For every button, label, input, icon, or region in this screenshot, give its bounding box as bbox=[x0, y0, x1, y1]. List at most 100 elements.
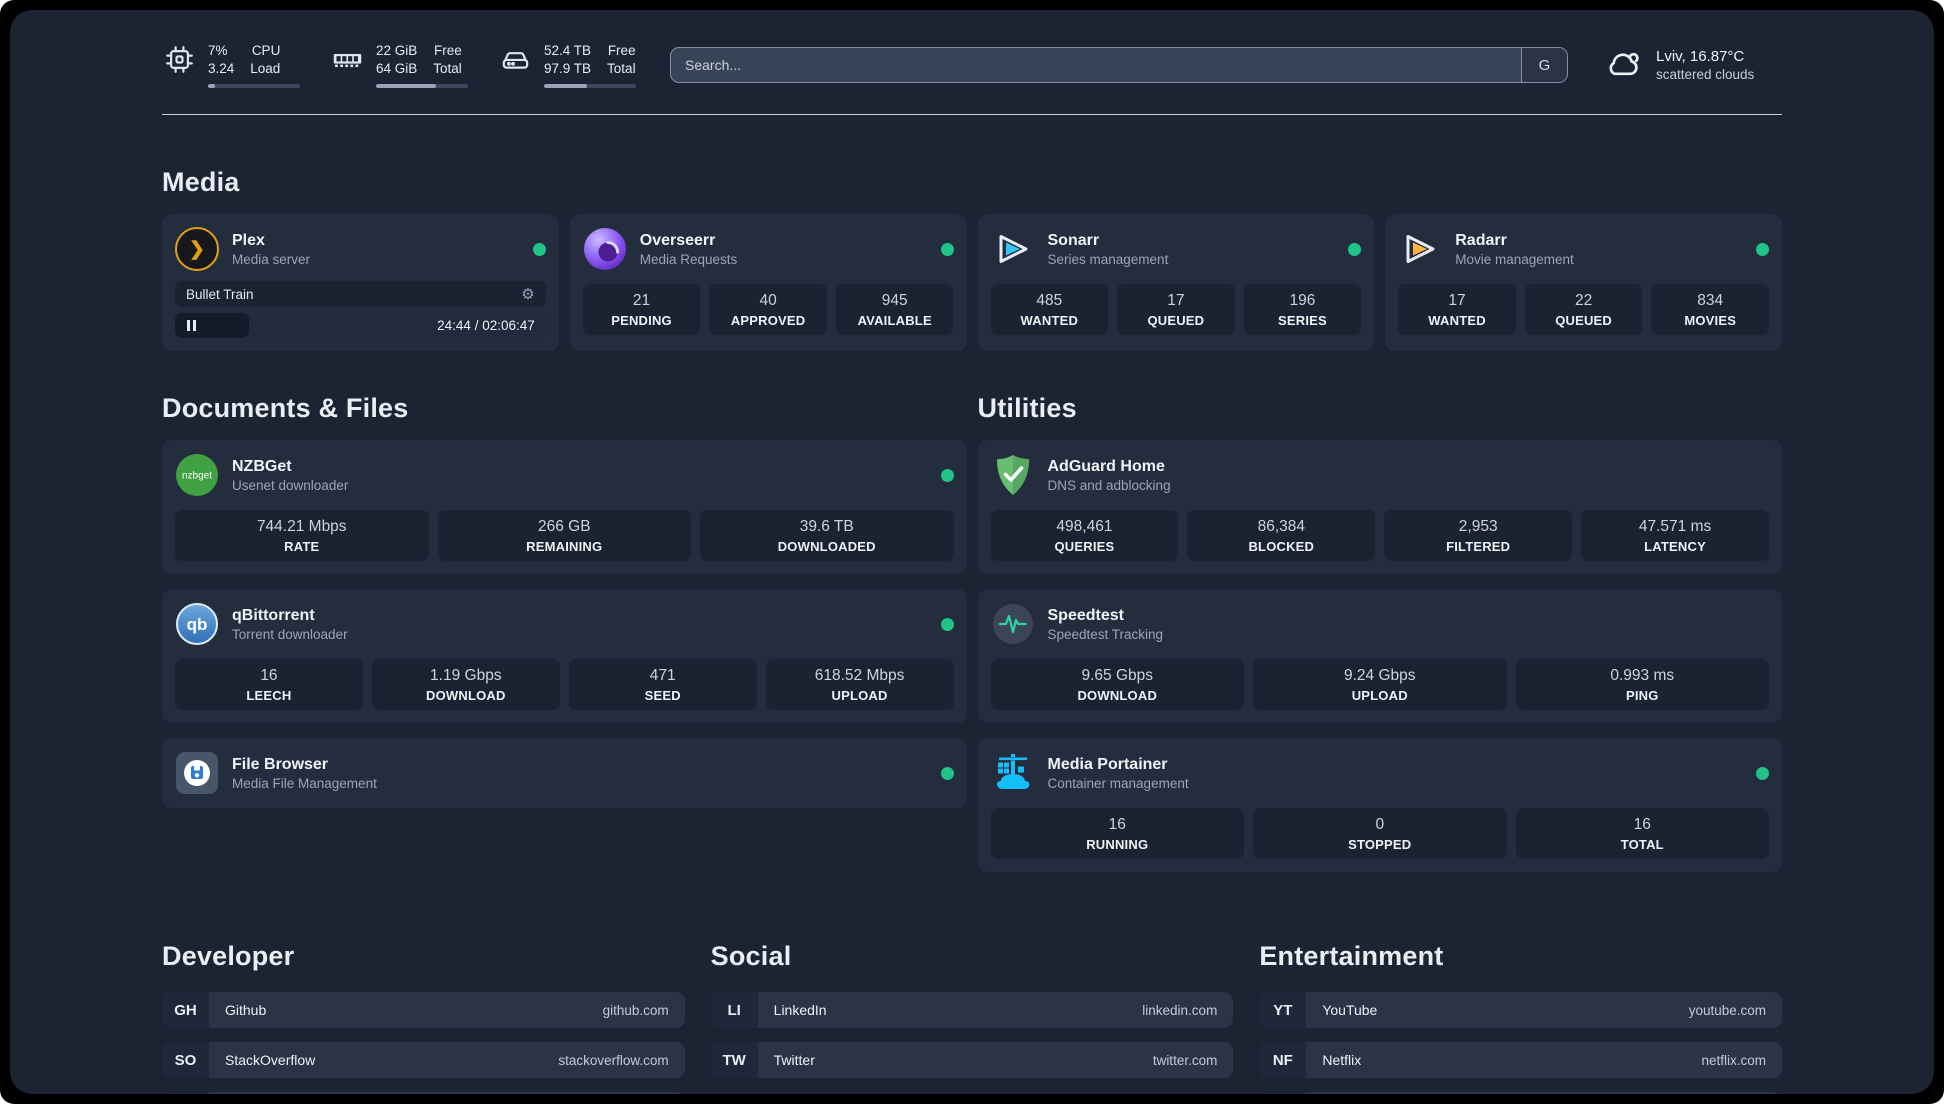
bookmark-abbr: LI bbox=[710, 992, 758, 1028]
status-dot bbox=[940, 766, 954, 780]
service-card-radarr[interactable]: Radarr Movie management 17 WANTED 22 QUE… bbox=[1385, 214, 1782, 351]
gear-icon[interactable]: ⚙ bbox=[521, 287, 534, 302]
bookmark-youtube[interactable]: YT YouTube youtube.com bbox=[1259, 992, 1782, 1028]
bookmark-name: YouTube bbox=[1322, 1002, 1378, 1018]
service-title: qBittorrent bbox=[232, 606, 315, 624]
section-title-developer: Developer bbox=[162, 941, 295, 971]
speedtest-icon bbox=[991, 602, 1035, 646]
svg-text:nzbget: nzbget bbox=[182, 471, 212, 482]
status-dot bbox=[1348, 242, 1362, 256]
nzbget-icon: nzbget bbox=[175, 453, 219, 497]
bookmark-dev[interactable]: DT DEV dev.to bbox=[162, 1092, 685, 1094]
weather-condition: scattered clouds bbox=[1656, 67, 1755, 82]
stat-blocked: 86,384 BLOCKED bbox=[1187, 510, 1376, 561]
stat-series: 196 SERIES bbox=[1243, 284, 1362, 335]
service-subtitle: DNS and adblocking bbox=[1047, 477, 1171, 493]
service-title: Speedtest bbox=[1047, 606, 1124, 624]
stat-remaining: 266 GB REMAINING bbox=[437, 510, 691, 561]
stat-running: 16 RUNNING bbox=[990, 808, 1244, 859]
search-bar: G bbox=[670, 47, 1568, 83]
stat-upload: 618.52 Mbps UPLOAD bbox=[765, 659, 954, 710]
documents-column: Documents & Files nzbget NZBGet Usenet d… bbox=[162, 393, 967, 823]
developer-group: Developer GH Github github.com SO StackO… bbox=[162, 941, 685, 1094]
stat-download: 9.65 Gbps DOWNLOAD bbox=[990, 659, 1244, 710]
playback-progress-bar[interactable]: 24:44 / 02:06:47 bbox=[175, 313, 546, 338]
memory-labels: Free Total bbox=[433, 42, 462, 76]
stat-rate: 744.21 Mbps RATE bbox=[175, 510, 429, 561]
stat-ping: 0.993 ms PING bbox=[1515, 659, 1769, 710]
search-provider-button[interactable]: G bbox=[1521, 48, 1567, 82]
disk-labels: Free Total bbox=[607, 42, 636, 76]
cpu-progress-bar bbox=[208, 83, 300, 89]
bookmark-url: twitter.com bbox=[1152, 1052, 1218, 1068]
status-dot bbox=[940, 468, 954, 482]
bookmark-url: youtube.com bbox=[1688, 1002, 1766, 1018]
section-title-entertainment: Entertainment bbox=[1259, 941, 1444, 971]
stat-approved: 40 APPROVED bbox=[709, 284, 827, 335]
stat-latency: 47.571 ms LATENCY bbox=[1581, 510, 1769, 561]
section-title-social: Social bbox=[710, 941, 792, 971]
stat-seed: 471 SEED bbox=[568, 659, 757, 710]
stat-stopped: 0 STOPPED bbox=[1253, 808, 1507, 859]
service-card-qbittorrent[interactable]: qb qBittorrent Torrent downloader 16 LEE… bbox=[162, 589, 967, 723]
stat-movies: 834 MOVIES bbox=[1651, 284, 1769, 335]
service-title: Plex bbox=[232, 231, 265, 249]
bookmark-github[interactable]: GH Github github.com bbox=[162, 992, 685, 1028]
service-subtitle: Container management bbox=[1047, 775, 1189, 791]
stat-pending: 21 PENDING bbox=[582, 284, 701, 335]
dashboard: 7% 3.24 CPU Load 22 GiB 64 GiB Free Tota… bbox=[10, 10, 1934, 1094]
bookmark-reddit[interactable]: RE Reddit reddit.com bbox=[1259, 1092, 1782, 1094]
service-subtitle: Media Requests bbox=[639, 251, 738, 267]
disk-values: 52.4 TB 97.9 TB bbox=[544, 42, 592, 76]
overseerr-icon bbox=[583, 227, 627, 271]
weather-widget[interactable]: Lviv, 16.87°C scattered clouds bbox=[1602, 42, 1782, 89]
service-title: NZBGet bbox=[232, 457, 292, 475]
service-subtitle: Torrent downloader bbox=[232, 626, 348, 642]
cpu-values: 7% 3.24 bbox=[208, 42, 235, 76]
cpu-icon bbox=[162, 44, 196, 75]
bookmark-twitter[interactable]: TW Twitter twitter.com bbox=[710, 1042, 1234, 1078]
service-card-nzbget[interactable]: nzbget NZBGet Usenet downloader 744.21 M… bbox=[162, 440, 967, 574]
bookmark-abbr: GH bbox=[162, 992, 209, 1028]
bookmark-abbr: TW bbox=[710, 1042, 758, 1078]
search-input[interactable] bbox=[670, 47, 1568, 83]
track-title: Bullet Train bbox=[186, 286, 254, 302]
service-card-sonarr[interactable]: Sonarr Series management 485 WANTED 17 Q… bbox=[977, 214, 1375, 351]
radarr-icon bbox=[1398, 227, 1442, 271]
svg-text:qb: qb bbox=[187, 615, 208, 634]
stat-total: 16 TOTAL bbox=[1515, 808, 1769, 859]
service-subtitle: Movie management bbox=[1455, 251, 1574, 267]
service-card-plex[interactable]: ❯ Plex Media server Bullet Train ⚙ 24:44… bbox=[162, 214, 559, 351]
cpu-widget: 7% 3.24 CPU Load bbox=[162, 42, 300, 89]
service-card-filebrowser[interactable]: File Browser Media File Management bbox=[162, 738, 967, 808]
portainer-icon bbox=[991, 751, 1035, 795]
bookmark-abbr: DT bbox=[162, 1092, 209, 1094]
service-title: AdGuard Home bbox=[1047, 457, 1165, 475]
bookmark-name: LinkedIn bbox=[773, 1002, 827, 1018]
bookmark-url: linkedin.com bbox=[1142, 1002, 1218, 1018]
section-title-utilities: Utilities bbox=[977, 393, 1077, 423]
service-subtitle: Media File Management bbox=[232, 775, 377, 791]
service-card-adguard[interactable]: AdGuard Home DNS and adblocking 498,461 … bbox=[977, 440, 1782, 574]
service-card-portainer[interactable]: Media Portainer Container management 16 … bbox=[977, 738, 1782, 872]
bookmark-url: netflix.com bbox=[1701, 1052, 1766, 1068]
stat-available: 945 AVAILABLE bbox=[835, 284, 954, 335]
status-dot bbox=[532, 242, 546, 256]
stat-queued: 22 QUEUED bbox=[1524, 284, 1643, 335]
status-dot bbox=[1756, 242, 1769, 256]
bookmark-name: Twitter bbox=[773, 1052, 815, 1068]
bookmark-stackoverflow[interactable]: SO StackOverflow stackoverflow.com bbox=[162, 1042, 685, 1078]
pause-icon[interactable] bbox=[187, 320, 190, 331]
adguard-icon bbox=[991, 453, 1035, 497]
plex-icon: ❯ bbox=[175, 227, 219, 271]
qbittorrent-icon: qb bbox=[175, 602, 219, 646]
bookmark-abbr: YT bbox=[1259, 992, 1307, 1028]
service-subtitle: Speedtest Tracking bbox=[1047, 626, 1164, 642]
service-card-speedtest[interactable]: Speedtest Speedtest Tracking 9.65 Gbps D… bbox=[977, 589, 1782, 723]
bookmark-linkedin[interactable]: LI LinkedIn linkedin.com bbox=[710, 992, 1234, 1028]
stat-filtered: 2,953 FILTERED bbox=[1384, 510, 1573, 561]
bookmark-url: github.com bbox=[602, 1002, 669, 1018]
disk-icon bbox=[498, 43, 532, 76]
bookmark-netflix[interactable]: NF Netflix netflix.com bbox=[1259, 1042, 1782, 1078]
service-card-overseerr[interactable]: Overseerr Media Requests 21 PENDING 40 A… bbox=[569, 214, 967, 351]
